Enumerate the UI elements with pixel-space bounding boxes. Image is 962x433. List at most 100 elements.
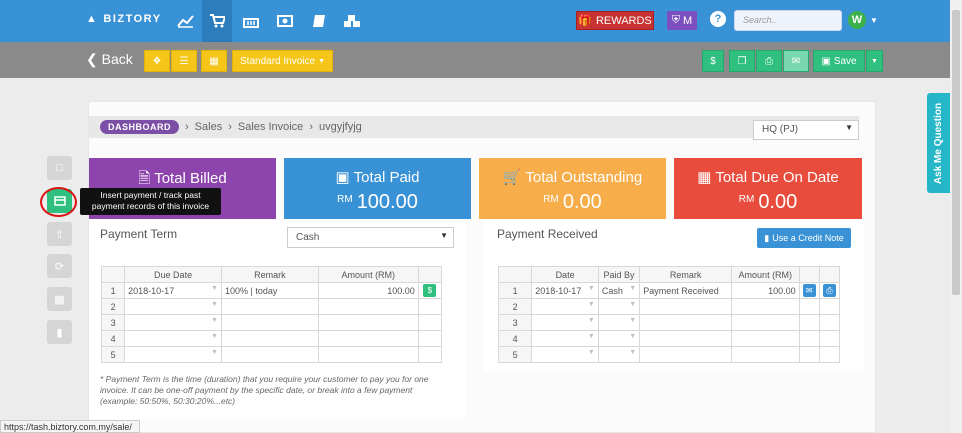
rewards-button[interactable]: 🎁 REWARDS: [576, 11, 654, 30]
cart-icon: 🛒: [502, 169, 522, 186]
remark-cell[interactable]: [220, 298, 319, 315]
standard-invoice-dropdown[interactable]: Standard Invoice ▼: [232, 50, 333, 72]
amount-cell[interactable]: [317, 298, 419, 315]
action-cell: [818, 298, 841, 315]
back-button[interactable]: ❮ Back: [86, 51, 133, 68]
scrollbar-thumb[interactable]: [952, 10, 960, 295]
sales-cart-icon[interactable]: [202, 0, 232, 42]
row-number: 3: [100, 314, 126, 331]
caret-down-icon: ▼: [629, 301, 637, 308]
refresh-sidebar-button[interactable]: ⟳: [47, 254, 72, 278]
remark-cell[interactable]: Payment Received: [639, 282, 733, 299]
delivery-sidebar-button[interactable]: ▩: [47, 287, 72, 311]
date-cell[interactable]: 2018-10-17 ▼: [531, 282, 599, 299]
breadcrumb-dashboard[interactable]: DASHBOARD: [100, 120, 179, 134]
caret-down-icon[interactable]: ▼: [870, 16, 878, 25]
remark-cell[interactable]: 100% | today: [220, 282, 319, 299]
row-number: 3: [497, 314, 533, 331]
card-value: 100.00: [356, 191, 418, 213]
reports-chart-icon[interactable]: [170, 6, 200, 36]
email-button[interactable]: ✉: [783, 50, 809, 72]
tag-button[interactable]: ❖: [144, 50, 170, 72]
due-date-cell[interactable]: 2018-10-17 ▼: [124, 282, 222, 299]
amount-cell[interactable]: [731, 298, 800, 315]
calendar-button[interactable]: ▦: [201, 50, 227, 72]
copy-button[interactable]: ❐: [729, 50, 755, 72]
print-receipt-button[interactable]: ⎙: [822, 284, 836, 297]
book-sidebar-button[interactable]: ▮: [47, 320, 72, 344]
scrollbar[interactable]: [950, 0, 962, 433]
email-receipt-button[interactable]: ✉: [802, 284, 816, 297]
due-date-cell[interactable]: ▼: [124, 330, 222, 347]
tag-icon: ❖: [152, 55, 162, 67]
remark-cell[interactable]: [220, 330, 319, 347]
print-button[interactable]: ⎙: [756, 50, 782, 72]
caret-down-icon: ▼: [318, 57, 325, 65]
breadcrumb-sales-invoice[interactable]: Sales Invoice: [238, 121, 303, 133]
due-date-cell[interactable]: ▼: [124, 298, 222, 315]
document-sidebar-button[interactable]: □: [47, 156, 72, 180]
date-cell[interactable]: ▼: [531, 298, 599, 315]
amount-cell[interactable]: [317, 330, 419, 347]
amount-cell[interactable]: [731, 330, 800, 347]
remark-cell[interactable]: [220, 314, 319, 331]
cubes-icon[interactable]: [337, 6, 367, 36]
action-cell: [798, 346, 820, 363]
ask-me-question-tab[interactable]: Ask Me Question: [927, 93, 950, 193]
table-row: 3 ▼ ▼: [497, 314, 841, 331]
remark-cell[interactable]: [639, 346, 733, 363]
amount-cell[interactable]: 100.00: [731, 282, 800, 299]
breadcrumb-sales[interactable]: Sales: [195, 121, 223, 133]
due-date-cell[interactable]: ▼: [124, 346, 222, 363]
amount-cell[interactable]: [317, 346, 419, 363]
table-row: 1 2018-10-17 ▼ 100% | today 100.00 $: [100, 282, 443, 299]
upload-icon: ⇧: [54, 228, 65, 241]
list-button[interactable]: ☰: [171, 50, 197, 72]
caret-down-icon: ▼: [871, 57, 878, 65]
date-cell[interactable]: ▼: [531, 314, 599, 331]
card-currency: RM: [337, 194, 353, 205]
column-header: [818, 266, 841, 283]
use-credit-note-button[interactable]: ▮ Use a Credit Note: [757, 228, 851, 248]
paid-by-cell[interactable]: ▼: [597, 346, 641, 363]
action-cell: [417, 314, 443, 331]
remark-cell[interactable]: [639, 298, 733, 315]
payment-dollar-button[interactable]: $: [702, 50, 724, 72]
card-value: 0.00: [562, 191, 602, 213]
pay-dollar-button[interactable]: $: [423, 284, 437, 297]
paid-by-cell[interactable]: Cash ▼: [597, 282, 641, 299]
search-input[interactable]: Search..: [734, 10, 842, 31]
help-icon[interactable]: ?: [710, 11, 726, 27]
paid-by-cell[interactable]: ▼: [597, 330, 641, 347]
purchase-basket-icon[interactable]: [236, 6, 266, 36]
payment-term-select[interactable]: Cash ▼: [287, 227, 454, 248]
caret-down-icon: ▼: [587, 301, 595, 308]
branch-select-value: HQ (PJ): [762, 124, 799, 135]
brand-logo[interactable]: ▲ BIZTORY: [86, 13, 162, 25]
amount-cell[interactable]: [317, 314, 419, 331]
upload-sidebar-button[interactable]: ⇧: [47, 222, 72, 246]
avatar[interactable]: W: [848, 11, 866, 29]
refresh-icon: ⟳: [54, 260, 65, 273]
membership-button[interactable]: ⛨ M: [667, 11, 697, 30]
paid-by-cell[interactable]: ▼: [597, 314, 641, 331]
amount-cell[interactable]: 100.00: [317, 282, 419, 299]
due-date-cell[interactable]: ▼: [124, 314, 222, 331]
remark-cell[interactable]: [639, 330, 733, 347]
branch-select[interactable]: HQ (PJ) ▼: [753, 120, 859, 140]
save-options-dropdown[interactable]: ▼: [866, 50, 883, 72]
book-icon[interactable]: [304, 6, 334, 36]
money-icon[interactable]: [270, 6, 300, 36]
save-label: Save: [833, 55, 857, 67]
date-cell[interactable]: ▼: [531, 346, 599, 363]
file-icon: □: [56, 162, 63, 174]
paid-by-cell[interactable]: ▼: [597, 298, 641, 315]
save-button[interactable]: ▣ Save: [813, 50, 865, 72]
column-header: Date: [531, 266, 599, 283]
total-due-card: ▦ Total Due On Date RM 0.00: [674, 158, 862, 219]
date-cell[interactable]: ▼: [531, 330, 599, 347]
remark-cell[interactable]: [220, 346, 319, 363]
amount-cell[interactable]: [731, 314, 800, 331]
amount-cell[interactable]: [731, 346, 800, 363]
remark-cell[interactable]: [639, 314, 733, 331]
